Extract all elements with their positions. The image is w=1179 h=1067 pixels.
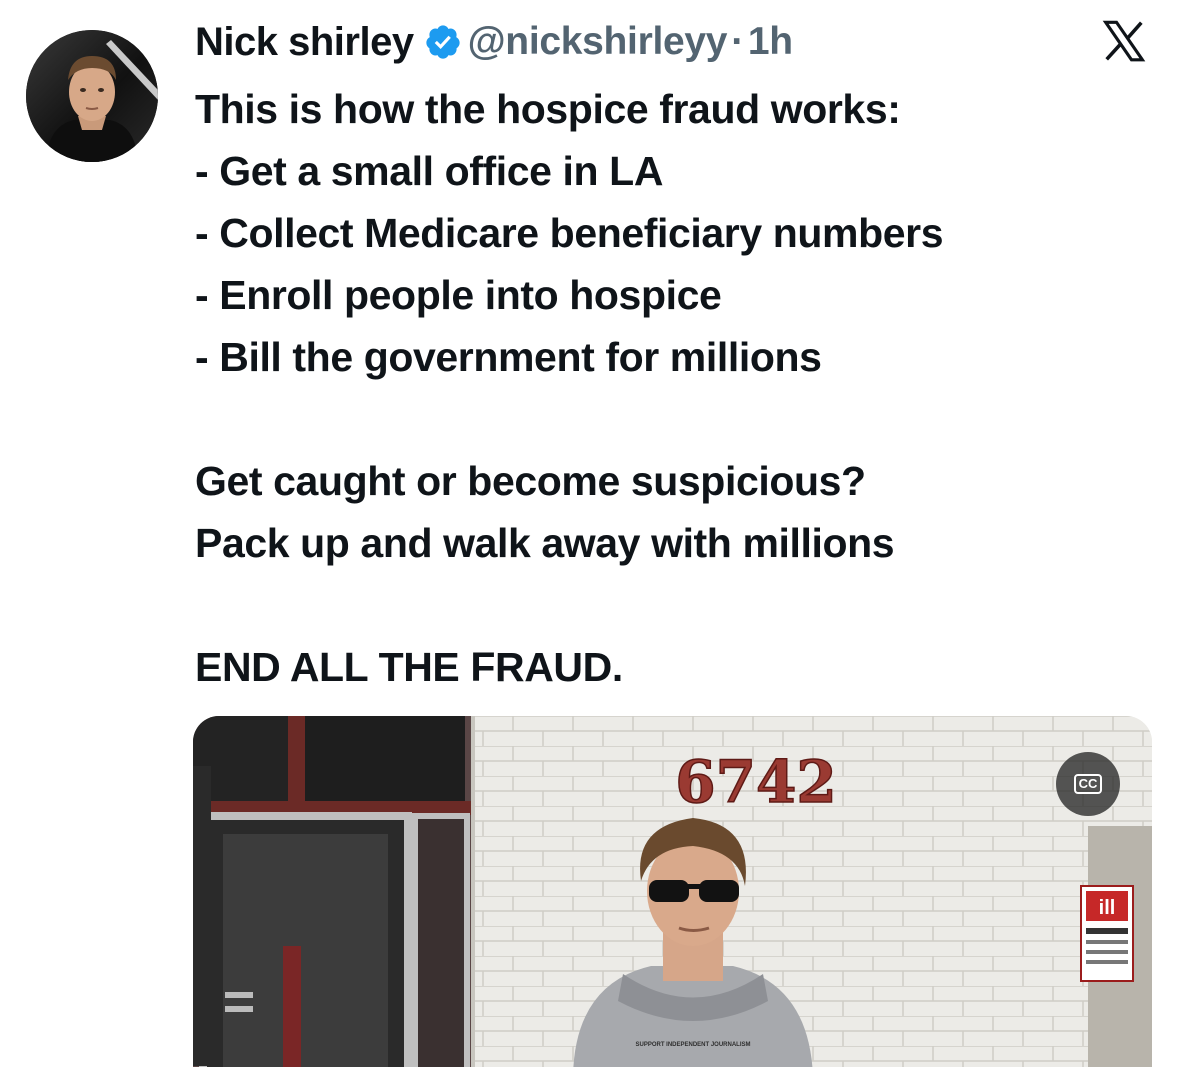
tweet-line-spacer bbox=[195, 388, 1155, 450]
tweet-line: - Collect Medicare beneficiary numbers bbox=[195, 210, 944, 256]
tweet-text: This is how the hospice fraud works: - G… bbox=[195, 78, 1155, 698]
user-handle[interactable]: @nickshirleyy bbox=[468, 20, 728, 64]
tweet-card[interactable]: Nick shirley @nickshirleyy · 1h This is … bbox=[0, 0, 1179, 1067]
video-thumbnail[interactable]: ill 6742 SUPPORT INDEPENDENT JOURNALISM … bbox=[193, 716, 1152, 1067]
svg-text:ill: ill bbox=[1099, 897, 1116, 919]
video-frame: ill 6742 SUPPORT INDEPENDENT JOURNALISM bbox=[193, 716, 1152, 1067]
tweet-line-spacer bbox=[195, 574, 1155, 636]
tweet-line: Pack up and walk away with millions bbox=[195, 520, 895, 566]
tweet-line: END ALL THE FRAUD. bbox=[195, 644, 623, 690]
tweet-header: Nick shirley @nickshirleyy · 1h bbox=[195, 14, 793, 70]
tweet-line: Get caught or become suspicious? bbox=[195, 458, 866, 504]
timestamp[interactable]: 1h bbox=[748, 20, 793, 64]
sweatshirt-text: SUPPORT INDEPENDENT JOURNALISM bbox=[635, 1042, 750, 1048]
avatar-photo bbox=[26, 30, 158, 162]
separator-dot: · bbox=[731, 20, 744, 63]
tweet-line: - Bill the government for millions bbox=[195, 334, 822, 380]
building-number: 6742 bbox=[675, 748, 836, 816]
x-logo-icon bbox=[1099, 16, 1149, 66]
tweet-line: - Enroll people into hospice bbox=[195, 272, 722, 318]
tweet-line: - Get a small office in LA bbox=[195, 148, 664, 194]
display-name[interactable]: Nick shirley bbox=[195, 20, 414, 65]
closed-captions-button[interactable]: CC bbox=[1056, 752, 1120, 816]
cc-icon: CC bbox=[1073, 774, 1103, 794]
tweet-line: This is how the hospice fraud works: bbox=[195, 86, 901, 132]
avatar[interactable] bbox=[26, 30, 158, 162]
verified-badge-icon bbox=[424, 23, 462, 61]
